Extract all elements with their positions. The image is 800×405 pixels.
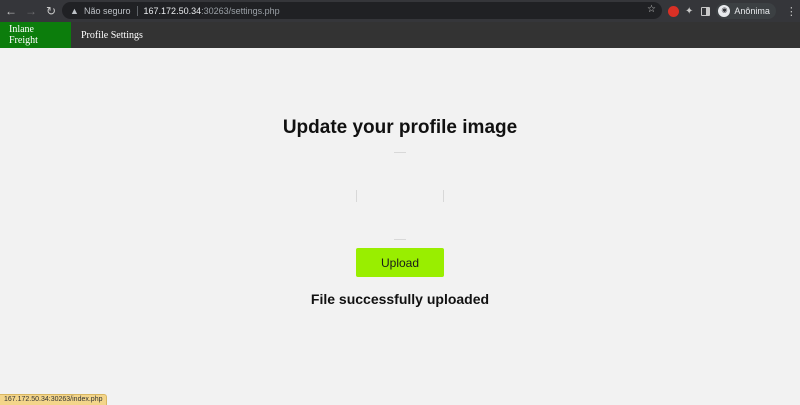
address-separator <box>136 5 138 16</box>
url-host: 167.172.50.34 <box>143 5 202 16</box>
extension-icon[interactable] <box>668 5 679 17</box>
avatar-edge-left <box>356 190 357 202</box>
forward-arrow-icon[interactable]: → <box>22 2 40 20</box>
side-panel-icon[interactable] <box>701 6 711 16</box>
address-bar[interactable]: ▲ Não seguro 167.172.50.34:30263/setting… <box>62 2 662 19</box>
menu-dots-icon[interactable]: ⋮ <box>786 5 797 18</box>
reload-icon[interactable]: ↻ <box>42 2 60 20</box>
upload-button[interactable]: Upload <box>356 248 444 277</box>
extension-puzzle-icon[interactable]: ✦ <box>685 6 693 17</box>
star-icon[interactable]: ☆ <box>647 4 656 15</box>
profile-label: Anônima <box>734 6 770 16</box>
page-title: Update your profile image <box>282 117 518 138</box>
profile-button[interactable]: ◉ Anônima <box>716 3 776 19</box>
extensions-area: ✦ ◉ Anônima ⋮ <box>668 3 797 19</box>
avatar-edge-top <box>394 152 406 153</box>
security-label[interactable]: Não seguro <box>84 6 131 16</box>
site-navbar: Inlane Freight Profile Settings <box>0 22 800 48</box>
avatar-edge-right <box>443 190 444 202</box>
browser-toolbar: ← → ↻ ▲ Não seguro 167.172.50.34:30263/s… <box>0 0 800 22</box>
nav-item-profile-settings[interactable]: Profile Settings <box>71 22 153 48</box>
incognito-icon: ◉ <box>718 5 731 17</box>
brand-link[interactable]: Inlane Freight <box>0 22 71 48</box>
avatar-edge-bottom <box>394 239 406 240</box>
url-path: :30263/settings.php <box>201 5 280 16</box>
profile-image <box>356 152 444 240</box>
status-bar-link-preview: 167.172.50.34:30263/index.php <box>0 394 108 405</box>
warning-icon: ▲ <box>70 5 79 16</box>
upload-status-message: File successfully uploaded <box>310 291 490 307</box>
back-arrow-icon[interactable]: ← <box>2 2 20 20</box>
